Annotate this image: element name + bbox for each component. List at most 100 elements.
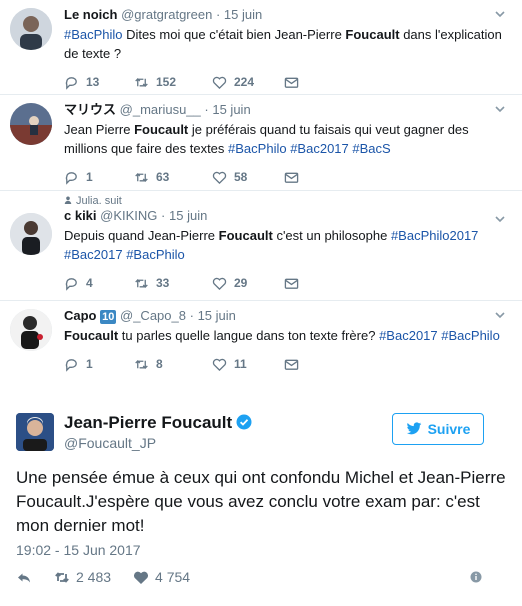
retweet-button[interactable]: 33 [134,276,212,291]
like-count: 11 [234,357,247,371]
reply-button[interactable]: 4 [64,276,134,291]
like-button[interactable]: 4 754 [133,569,190,585]
chevron-down-icon[interactable] [494,103,506,115]
text-segment: Dites moi que c'était bien Jean-Pierre [122,27,346,42]
author-handle[interactable]: @gratgratgreen [121,7,212,22]
context-label[interactable]: Julia. suit [76,195,122,207]
dm-button[interactable] [284,357,354,372]
author-name[interactable]: c kiki [64,208,97,223]
tweet-time[interactable]: 15 juin [198,308,236,323]
chevron-down-icon[interactable] [494,213,506,225]
tweet-header: Capo 10 @_Capo_8 · 15 juin [64,307,508,325]
like-count: 224 [234,75,255,89]
author-name[interactable]: Capo [64,308,97,323]
author-handle[interactable]: @Foucault_JP [64,435,156,451]
hashtag[interactable]: #Bac2017 [64,247,123,262]
hashtag[interactable]: #Bac2017 [290,141,349,156]
reply-button[interactable]: 13 [64,75,134,90]
author-handle[interactable]: @_mariusu__ [120,102,201,117]
tweet-item[interactable]: Capo 10 @_Capo_8 · 15 juin Foucault tu p… [0,301,522,379]
retweet-button[interactable]: 152 [134,75,212,90]
retweet-button[interactable]: 2 483 [54,569,111,585]
reply-count: 13 [86,75,100,89]
highlight-text: Foucault [64,328,119,343]
like-button[interactable]: 11 [212,357,284,372]
hashtag[interactable]: #BacPhilo [228,141,287,156]
text-segment: tu parles quelle langue dans ton texte f… [118,328,380,343]
hashtag[interactable]: #BacPhilo [441,328,500,343]
like-count: 29 [234,276,248,290]
reply-icon [65,76,77,90]
tweet-time[interactable]: 15 juin [169,208,207,223]
hashtag[interactable]: #Bac2017 [379,328,438,343]
like-button[interactable]: 29 [212,276,284,291]
hashtag[interactable]: #BacPhilo2017 [391,228,478,243]
tweet-actions: 1 8 11 [64,349,508,379]
name-badge: 10 [100,310,117,324]
hashtag[interactable]: #BacS [352,141,390,156]
tweet-item[interactable]: Le noich @gratgratgreen · 15 juin #BacPh… [0,0,522,95]
hashtag[interactable]: #BacPhilo [64,27,123,42]
like-icon [212,76,227,89]
retweet-count: 152 [156,75,177,89]
reply-count: 1 [86,170,93,184]
retweet-count: 8 [156,357,163,371]
reply-button[interactable]: 1 [64,357,134,372]
avatar[interactable] [10,103,52,145]
like-button[interactable]: 58 [212,170,284,185]
hashtag[interactable]: #BacPhilo [126,247,185,262]
like-count: 4 754 [155,569,191,585]
author-name[interactable]: Jean-Pierre Foucault [64,413,252,433]
tweet-item[interactable]: Julia. suit c kiki @KIKING · 15 juin Dep… [0,191,522,301]
dm-icon [284,278,299,289]
dm-icon [284,359,299,370]
info-icon[interactable] [470,571,482,583]
chevron-down-icon[interactable] [494,309,506,321]
separator-dot: · [189,308,194,323]
retweet-button[interactable]: 8 [134,357,212,372]
author-name[interactable]: Le noich [64,7,117,22]
avatar[interactable] [16,413,54,451]
text-segment: c'est un philosophe [272,228,391,243]
tweet-text: Depuis quand Jean-Pierre Foucault c'est … [64,226,508,264]
author-handle[interactable]: @_Capo_8 [120,308,186,323]
retweet-count: 63 [156,170,170,184]
tweet-time[interactable]: 15 juin [212,102,250,117]
retweet-icon [135,278,148,288]
dm-icon [284,77,299,88]
dm-button[interactable] [284,75,354,90]
reply-count: 4 [86,276,93,290]
retweet-count: 2 483 [76,569,112,585]
twitter-bird-icon [406,422,421,435]
tweet-actions: 1 63 58 [64,162,508,192]
chevron-down-icon[interactable] [494,8,506,20]
retweet-count: 33 [156,276,170,290]
avatar[interactable] [10,213,52,255]
like-icon [134,571,149,584]
reply-button[interactable] [16,570,38,585]
avatar[interactable] [10,309,52,351]
like-button[interactable]: 224 [212,75,284,90]
tweet-date[interactable]: 19:02 - 15 Jun 2017 [16,542,141,558]
tweet-time[interactable]: 15 juin [224,7,262,22]
author-name-text: Jean-Pierre Foucault [64,413,233,432]
dm-button[interactable] [284,170,354,185]
text-segment: Depuis quand Jean-Pierre [64,228,219,243]
retweet-icon [135,77,148,87]
author-name[interactable]: マリウス [64,102,116,117]
social-context: Julia. suit [64,195,508,207]
reply-button[interactable]: 1 [64,170,134,185]
author-handle[interactable]: @KIKING [100,208,157,223]
follow-button[interactable]: Suivre [392,413,484,445]
like-icon [212,358,227,371]
embedded-tweet[interactable]: Jean-Pierre Foucault @Foucault_JP Suivre… [0,399,522,606]
highlight-text: Foucault [218,228,273,243]
highlight-text: Foucault [345,27,400,42]
like-icon [212,277,227,290]
retweet-icon [135,359,148,369]
dm-button[interactable] [284,276,354,291]
tweet-item[interactable]: マリウス @_mariusu__ · 15 juin Jean Pierre F… [0,95,522,191]
retweet-button[interactable]: 63 [134,170,212,185]
avatar[interactable] [10,8,52,50]
retweet-icon [55,571,69,583]
